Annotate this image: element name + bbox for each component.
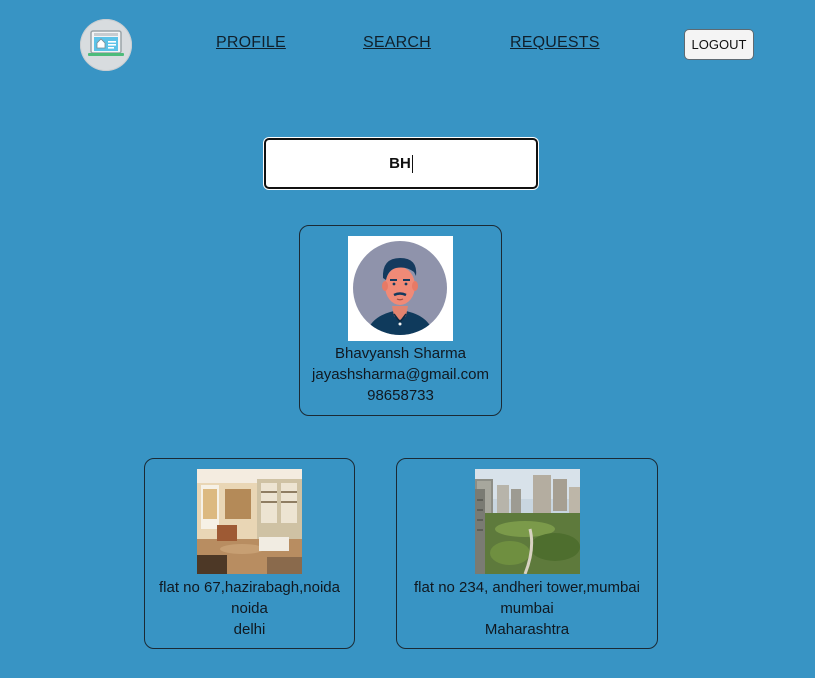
user-email: jayashsharma@gmail.com [312,366,489,383]
text-caret [411,154,413,173]
living-room-photo [197,469,302,574]
user-avatar-icon [348,236,453,341]
nav-profile-link[interactable]: PROFILE [216,34,286,52]
user-phone: 98658733 [367,387,434,404]
nav-requests-link[interactable]: REQUESTS [510,34,600,52]
logo-icon[interactable] [80,19,132,71]
user-name: Bhavyansh Sharma [335,345,466,362]
search-input[interactable]: BH [264,138,538,189]
property-city: mumbai [500,600,554,617]
logout-button[interactable]: LOGOUT [684,29,754,60]
nav-search-link[interactable]: SEARCH [363,34,431,52]
search-input-value: BH [389,155,411,172]
property-address: flat no 234, andheri tower,mumbai [414,579,640,596]
property-city: noida [231,600,268,617]
user-result-card[interactable]: Bhavyansh Sharma jayashsharma@gmail.com … [299,225,502,416]
property-state: delhi [233,621,266,638]
property-card[interactable]: flat no 67,hazirabagh,noida noida delhi [144,458,355,649]
property-address: flat no 67,hazirabagh,noida [159,579,340,596]
property-card[interactable]: flat no 234, andheri tower,mumbai mumbai… [396,458,658,649]
apartment-towers-photo [474,469,580,574]
property-state: Maharashtra [484,621,570,638]
